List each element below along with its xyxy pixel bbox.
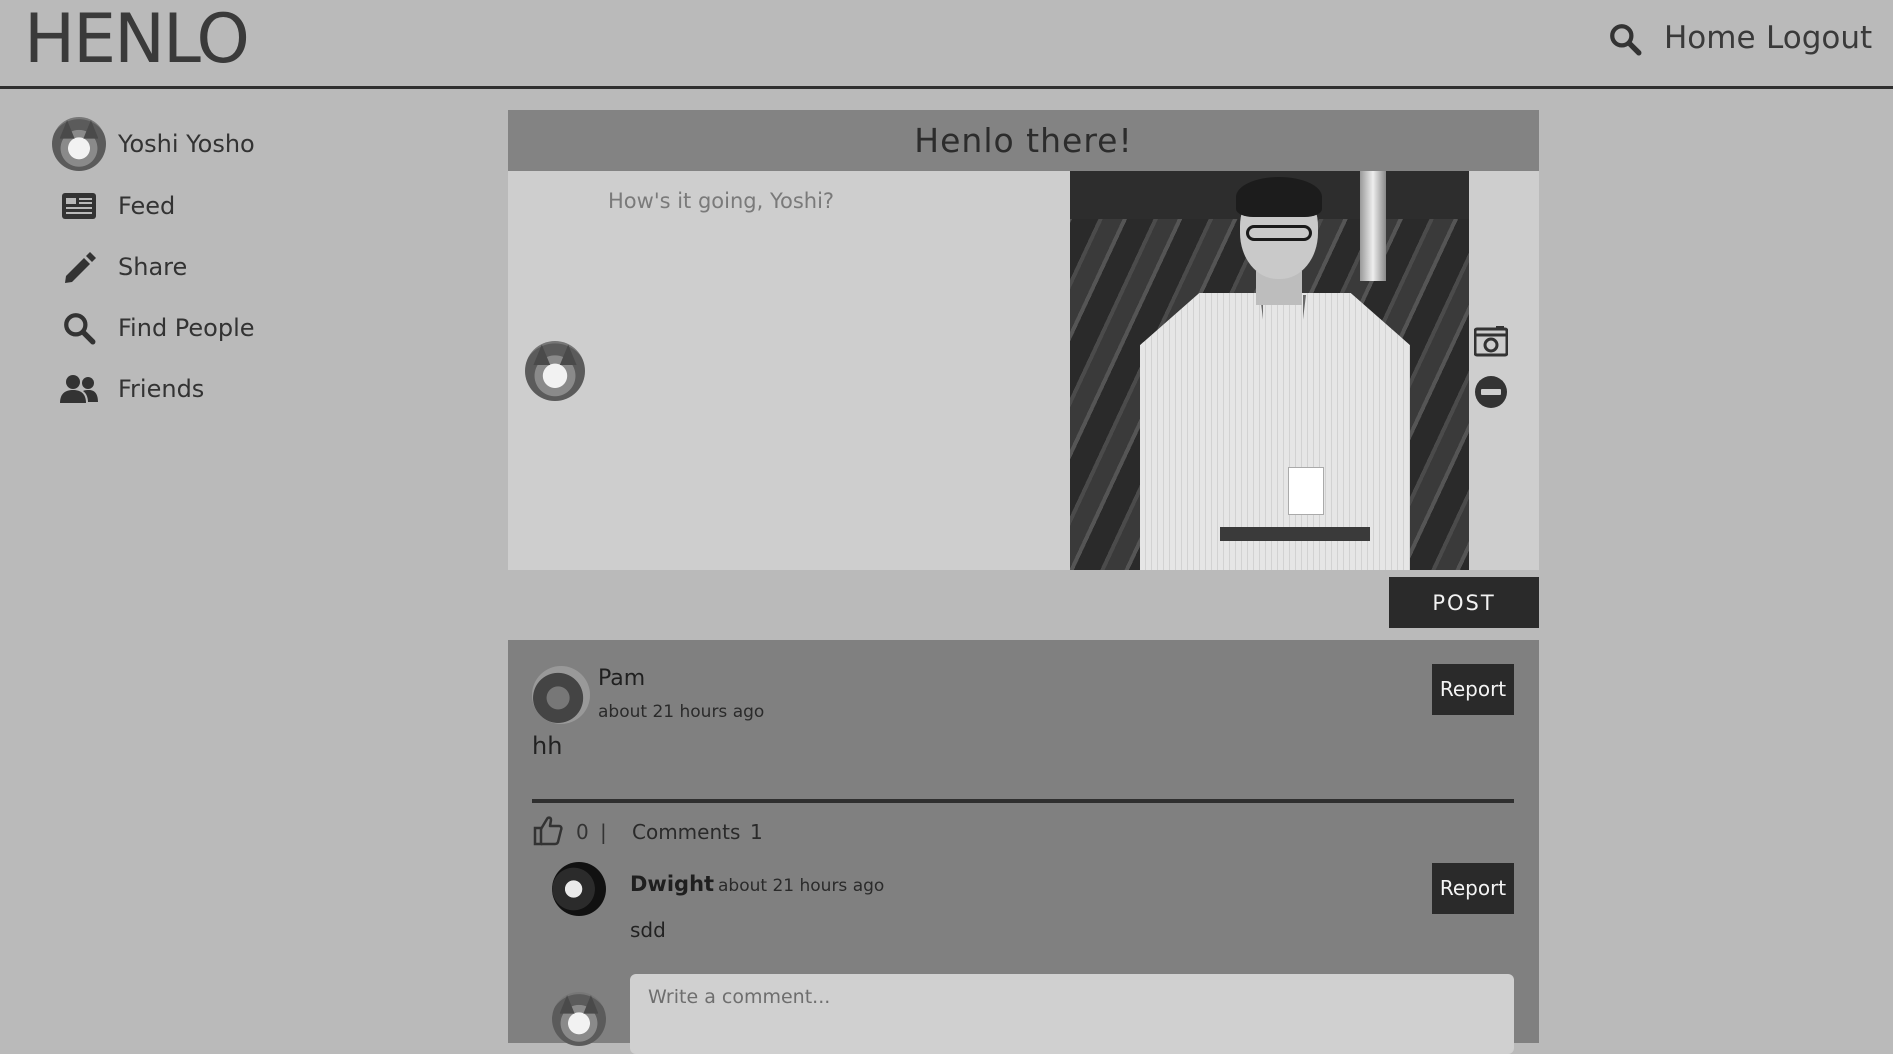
post-timestamp: about 21 hours ago [598, 702, 765, 722]
comment-timestamp: about 21 hours ago [718, 876, 885, 896]
avatar [52, 117, 106, 171]
sidebar-item-friends[interactable]: Friends [52, 361, 432, 417]
post-composer: Henlo there! [508, 110, 1539, 570]
post-body: hh [532, 732, 563, 760]
profile-avatar-wrap [52, 117, 106, 171]
sidebar-item-label: Share [118, 253, 188, 281]
sidebar-item-share[interactable]: Share [52, 239, 432, 295]
meta-separator: | [600, 820, 607, 844]
post-text-input[interactable] [606, 187, 1050, 551]
composer-body [508, 171, 1539, 570]
like-count: 0 [576, 820, 589, 844]
nav-logout-link[interactable]: Logout [1766, 20, 1872, 56]
composer-title: Henlo there! [508, 110, 1539, 171]
post-button[interactable]: POST [1389, 577, 1539, 628]
pencil-icon [52, 240, 106, 294]
sidebar-item-label: Friends [118, 375, 205, 403]
report-post-button[interactable]: Report [1432, 664, 1514, 715]
avatar [552, 992, 606, 1046]
avatar[interactable] [532, 666, 590, 724]
remove-photo-icon[interactable] [1474, 375, 1508, 409]
sidebar-item-label: Feed [118, 192, 176, 220]
camera-icon[interactable] [1474, 325, 1508, 359]
newspaper-icon [52, 179, 106, 233]
comment-body: sdd [630, 918, 666, 942]
feed-post: Pam about 21 hours ago Report hh 0 | Com… [508, 640, 1539, 1054]
photo-detail [1236, 177, 1322, 217]
photo-detail [1288, 467, 1324, 515]
search-icon [52, 301, 106, 355]
post-author[interactable]: Pam [598, 666, 645, 691]
app-logo[interactable]: HENLO [24, 0, 250, 80]
top-bar: HENLO Home Logout [0, 0, 1893, 89]
photo-detail [1220, 527, 1370, 541]
thumbs-up-icon[interactable] [532, 814, 564, 846]
nav-home-link[interactable]: Home [1664, 20, 1756, 56]
sidebar-item-profile[interactable]: Yoshi Yosho [52, 116, 432, 172]
avatar[interactable] [552, 862, 606, 916]
users-icon [52, 362, 106, 416]
search-icon[interactable] [1608, 22, 1642, 56]
photo-detail [1246, 225, 1312, 241]
comments-toggle[interactable]: Comments [632, 820, 740, 844]
comments-count: 1 [750, 820, 763, 844]
avatar [525, 341, 585, 401]
photo-detail [1360, 171, 1386, 281]
comment-author[interactable]: Dwight [630, 872, 714, 896]
attached-photo [1070, 171, 1469, 570]
sidebar-item-label: Find People [118, 314, 255, 342]
divider [532, 799, 1514, 803]
sidebar-item-find-people[interactable]: Find People [52, 300, 432, 356]
comment-input[interactable] [630, 974, 1514, 1054]
sidebar-profile-name: Yoshi Yosho [118, 130, 255, 158]
sidebar-item-feed[interactable]: Feed [52, 178, 432, 234]
report-comment-button[interactable]: Report [1432, 863, 1514, 914]
